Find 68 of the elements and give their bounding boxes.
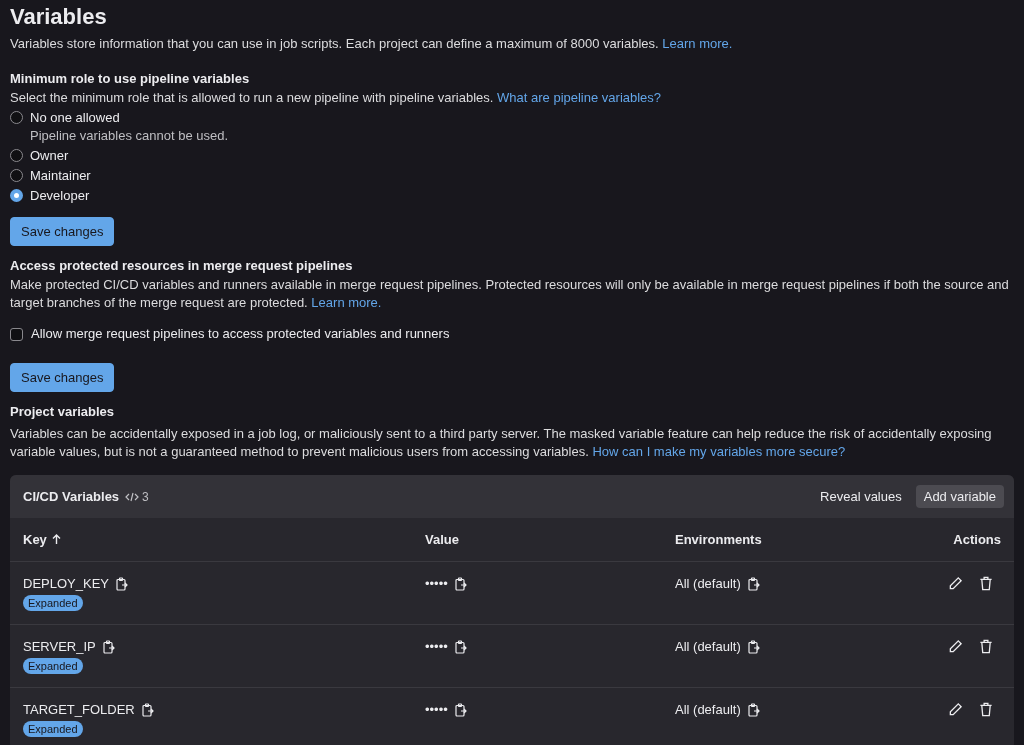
- masked-value: •••••: [425, 702, 448, 717]
- code-icon: [125, 491, 140, 502]
- add-variable-button[interactable]: Add variable: [915, 485, 1004, 508]
- radio-help-text: Pipeline variables cannot be used.: [30, 127, 229, 145]
- environment-scope: All (default): [675, 576, 741, 591]
- status-badge: Expanded: [23, 721, 83, 737]
- status-badge: Expanded: [23, 595, 83, 611]
- section-heading: Minimum role to use pipeline variables: [10, 71, 251, 86]
- card-title: CI/CD Variables: [23, 489, 120, 504]
- radio-label: Owner: [30, 147, 69, 165]
- environment-scope: All (default): [675, 639, 741, 654]
- delete-icon: [979, 702, 993, 717]
- delete-icon: [979, 639, 993, 654]
- edit-icon: [948, 576, 963, 591]
- save-button[interactable]: Save changes: [10, 363, 115, 392]
- edit-icon: [948, 702, 963, 717]
- column-header: Value: [412, 518, 662, 562]
- variable-count: 3: [142, 489, 149, 504]
- column-header: Environments: [662, 518, 935, 562]
- reveal-values-button[interactable]: Reveal values: [812, 485, 910, 508]
- column-header: Actions: [935, 518, 1014, 562]
- masked-value: •••••: [425, 576, 448, 591]
- copy-icon[interactable]: [454, 639, 467, 654]
- environment-scope: All (default): [675, 702, 741, 717]
- help-link[interactable]: What are pipeline variables?: [497, 90, 662, 105]
- radio-button[interactable]: [10, 111, 23, 124]
- checkbox-label: Allow merge request pipelines to access protected variables and runners: [31, 325, 450, 343]
- copy-icon[interactable]: [747, 639, 760, 654]
- radio-label: Developer: [30, 187, 90, 205]
- status-badge: Expanded: [23, 658, 83, 674]
- copy-icon[interactable]: [747, 576, 760, 591]
- security-help-link[interactable]: How can I make my variables more secure?: [592, 444, 846, 459]
- copy-icon[interactable]: [454, 702, 467, 717]
- section-description: Make protected CI/CD variables and runners available in merge request pipelines. Protected resources will only be available in merge request pipelines if both the source and target branches of the merge request are protected. Learn more.: [10, 276, 1010, 312]
- copy-icon[interactable]: [116, 576, 128, 591]
- radio-label: Maintainer: [30, 167, 91, 185]
- page-title: Variables: [10, 4, 108, 30]
- sort-arrow-icon: [51, 534, 61, 545]
- copy-icon[interactable]: [454, 576, 467, 591]
- delete-button[interactable]: [979, 639, 993, 654]
- copy-icon[interactable]: [747, 702, 760, 717]
- radio-label: No one allowed: [30, 109, 121, 127]
- column-header[interactable]: Key: [10, 518, 412, 562]
- section-description: Select the minimum role that is allowed to run a new pipeline with pipeline variables. What are pipeline variables?: [10, 89, 663, 107]
- delete-button[interactable]: [979, 576, 993, 591]
- variable-key: SERVER_IP: [23, 639, 96, 654]
- delete-button[interactable]: [979, 702, 993, 717]
- section-heading: Project variables: [10, 404, 116, 419]
- edit-icon: [948, 639, 963, 654]
- copy-icon[interactable]: [102, 639, 115, 654]
- radio-button[interactable]: [10, 169, 23, 182]
- edit-button[interactable]: [948, 639, 963, 654]
- section-description: Variables can be accidentally exposed in a job log, or maliciously sent to a third party server. The masked variable feature can help reduce the risk of accidentally exposing variable values, but is not a guaranteed method to prevent malicious users from accessing variables. How can I make my variables more secure?: [10, 425, 993, 461]
- masked-value: •••••: [425, 639, 448, 654]
- learn-more-link[interactable]: Learn more.: [662, 36, 733, 51]
- variable-key: TARGET_FOLDER: [23, 702, 135, 717]
- variable-key: DEPLOY_KEY: [23, 576, 109, 591]
- learn-more-link[interactable]: Learn more.: [311, 295, 382, 310]
- edit-button[interactable]: [948, 702, 963, 717]
- copy-icon[interactable]: [141, 702, 154, 717]
- save-button[interactable]: Save changes: [10, 217, 115, 246]
- radio-button[interactable]: [10, 189, 23, 202]
- radio-button[interactable]: [10, 149, 23, 162]
- checkbox[interactable]: [10, 327, 23, 341]
- page-description: Variables store information that you can use in job scripts. Each project can define a maximum of 8000 variables. Learn more.: [10, 35, 734, 53]
- edit-button[interactable]: [948, 576, 963, 591]
- section-heading: Access protected resources in merge request pipelines: [10, 258, 354, 273]
- delete-icon: [979, 576, 993, 591]
